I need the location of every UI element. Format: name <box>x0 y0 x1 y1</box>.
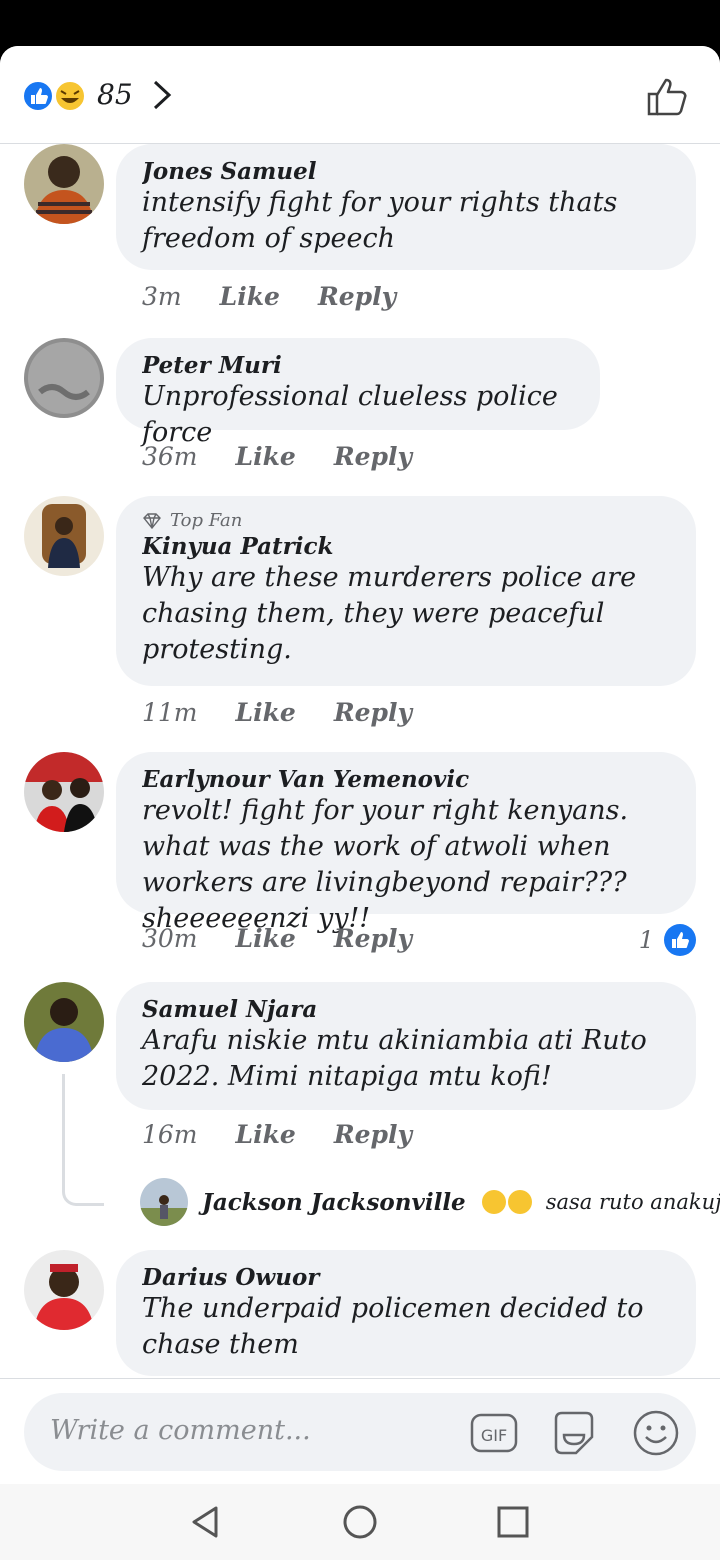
comment-text: Unprofessional clueless police force <box>142 381 558 448</box>
like-count: 1 <box>638 926 654 954</box>
grinning-sweat-emoji-icon <box>480 1190 532 1214</box>
sticker-icon[interactable] <box>550 1409 598 1457</box>
reply-button[interactable]: Reply <box>334 924 412 953</box>
thumbs-up-icon <box>664 924 696 956</box>
comment-actions: 11m Like Reply <box>142 698 412 727</box>
like-button[interactable]: Like <box>236 698 296 727</box>
gif-label: GIF <box>481 1426 507 1445</box>
comment-input-box[interactable]: GIF <box>24 1393 696 1471</box>
comment-bubble[interactable]: Darius Owuor The underpaid policemen dec… <box>116 1250 696 1376</box>
comment-actions: 16m Like Reply <box>142 1120 412 1149</box>
comment-text: Why are these murderers police are chasi… <box>142 562 637 665</box>
comment-time: 36m <box>142 442 198 471</box>
reply-button[interactable]: Reply <box>334 1120 412 1149</box>
system-nav-bar <box>0 1484 720 1560</box>
diamond-icon <box>143 512 161 529</box>
comment-text: revolt! fight for your right kenyans. wh… <box>142 795 629 934</box>
reply-button[interactable]: Reply <box>334 698 412 727</box>
comment-author[interactable]: Peter Muri <box>142 352 574 379</box>
back-icon[interactable] <box>186 1502 226 1542</box>
avatar[interactable] <box>24 496 104 576</box>
avatar[interactable] <box>24 144 104 224</box>
like-button[interactable]: Like <box>236 1120 296 1149</box>
comment-author[interactable]: Earlynour Van Yemenovic <box>142 766 670 793</box>
comment-bubble[interactable]: Samuel Njara Arafu niskie mtu akiniambia… <box>116 982 696 1110</box>
avatar[interactable] <box>140 1178 188 1226</box>
avatar[interactable] <box>24 752 104 832</box>
comment-author[interactable]: Kinyua Patrick <box>142 533 670 560</box>
gif-button[interactable]: GIF <box>470 1409 518 1457</box>
reply-author[interactable]: Jackson Jacksonville <box>202 1189 466 1216</box>
comment-like-count[interactable]: 1 <box>639 924 696 956</box>
comment-time: 11m <box>142 698 198 727</box>
avatar[interactable] <box>24 338 104 418</box>
reply-button[interactable]: Reply <box>334 442 412 471</box>
comment-time: 30m <box>142 924 198 953</box>
home-icon[interactable] <box>340 1502 380 1542</box>
reactions-header: 85 <box>0 46 720 144</box>
avatar[interactable] <box>24 982 104 1062</box>
top-fan-badge: Top Fan <box>142 510 670 531</box>
chevron-right-icon[interactable] <box>150 78 174 112</box>
reply-text: sasa ruto anakuji... <box>545 1190 720 1214</box>
comment-actions: 30m Like Reply <box>142 924 412 953</box>
comment-bubble[interactable]: Peter Muri Unprofessional clueless polic… <box>116 338 600 448</box>
emoji-icon[interactable] <box>632 1409 680 1457</box>
comments-sheet: 85 Jones Samuel intensify fight for your… <box>0 46 720 1478</box>
comment-actions: 36m Like Reply <box>142 442 412 471</box>
top-fan-label: Top Fan <box>170 510 243 531</box>
comment-input[interactable] <box>50 1415 450 1446</box>
like-button[interactable]: Like <box>236 442 296 471</box>
comment-text: intensify fight for your rights thats fr… <box>142 187 618 254</box>
comment-actions: 3m Like Reply <box>142 282 396 311</box>
reaction-count[interactable]: 85 <box>97 78 133 111</box>
comment-time: 3m <box>142 282 182 311</box>
comment-bubble[interactable]: Jones Samuel intensify fight for your ri… <box>116 144 696 270</box>
comment-text: Arafu niskie mtu akiniambia ati Ruto 202… <box>142 1025 647 1092</box>
like-button[interactable]: Like <box>236 924 296 953</box>
recents-icon[interactable] <box>493 1502 533 1542</box>
comment-text: The underpaid policemen decided to chase… <box>142 1293 644 1360</box>
comment-composer: GIF <box>0 1378 720 1484</box>
status-bar <box>0 0 720 48</box>
like-button[interactable]: Like <box>220 282 280 311</box>
reactions-summary-icon[interactable] <box>22 80 90 112</box>
comment-author[interactable]: Darius Owuor <box>142 1264 670 1291</box>
comment-bubble[interactable]: Top Fan Kinyua Patrick Why are these mur… <box>116 496 696 686</box>
like-outline-icon[interactable] <box>644 74 690 118</box>
avatar[interactable] <box>24 1250 104 1330</box>
comment-time: 16m <box>142 1120 198 1149</box>
comment-author[interactable]: Samuel Njara <box>142 996 670 1023</box>
reply-thread-line <box>62 1074 104 1206</box>
reply-preview[interactable]: Jackson Jacksonville sasa ruto anakuji..… <box>140 1178 720 1226</box>
comment-bubble[interactable]: Earlynour Van Yemenovic revolt! fight fo… <box>116 752 696 934</box>
comment-author[interactable]: Jones Samuel <box>142 158 670 185</box>
reply-button[interactable]: Reply <box>318 282 396 311</box>
